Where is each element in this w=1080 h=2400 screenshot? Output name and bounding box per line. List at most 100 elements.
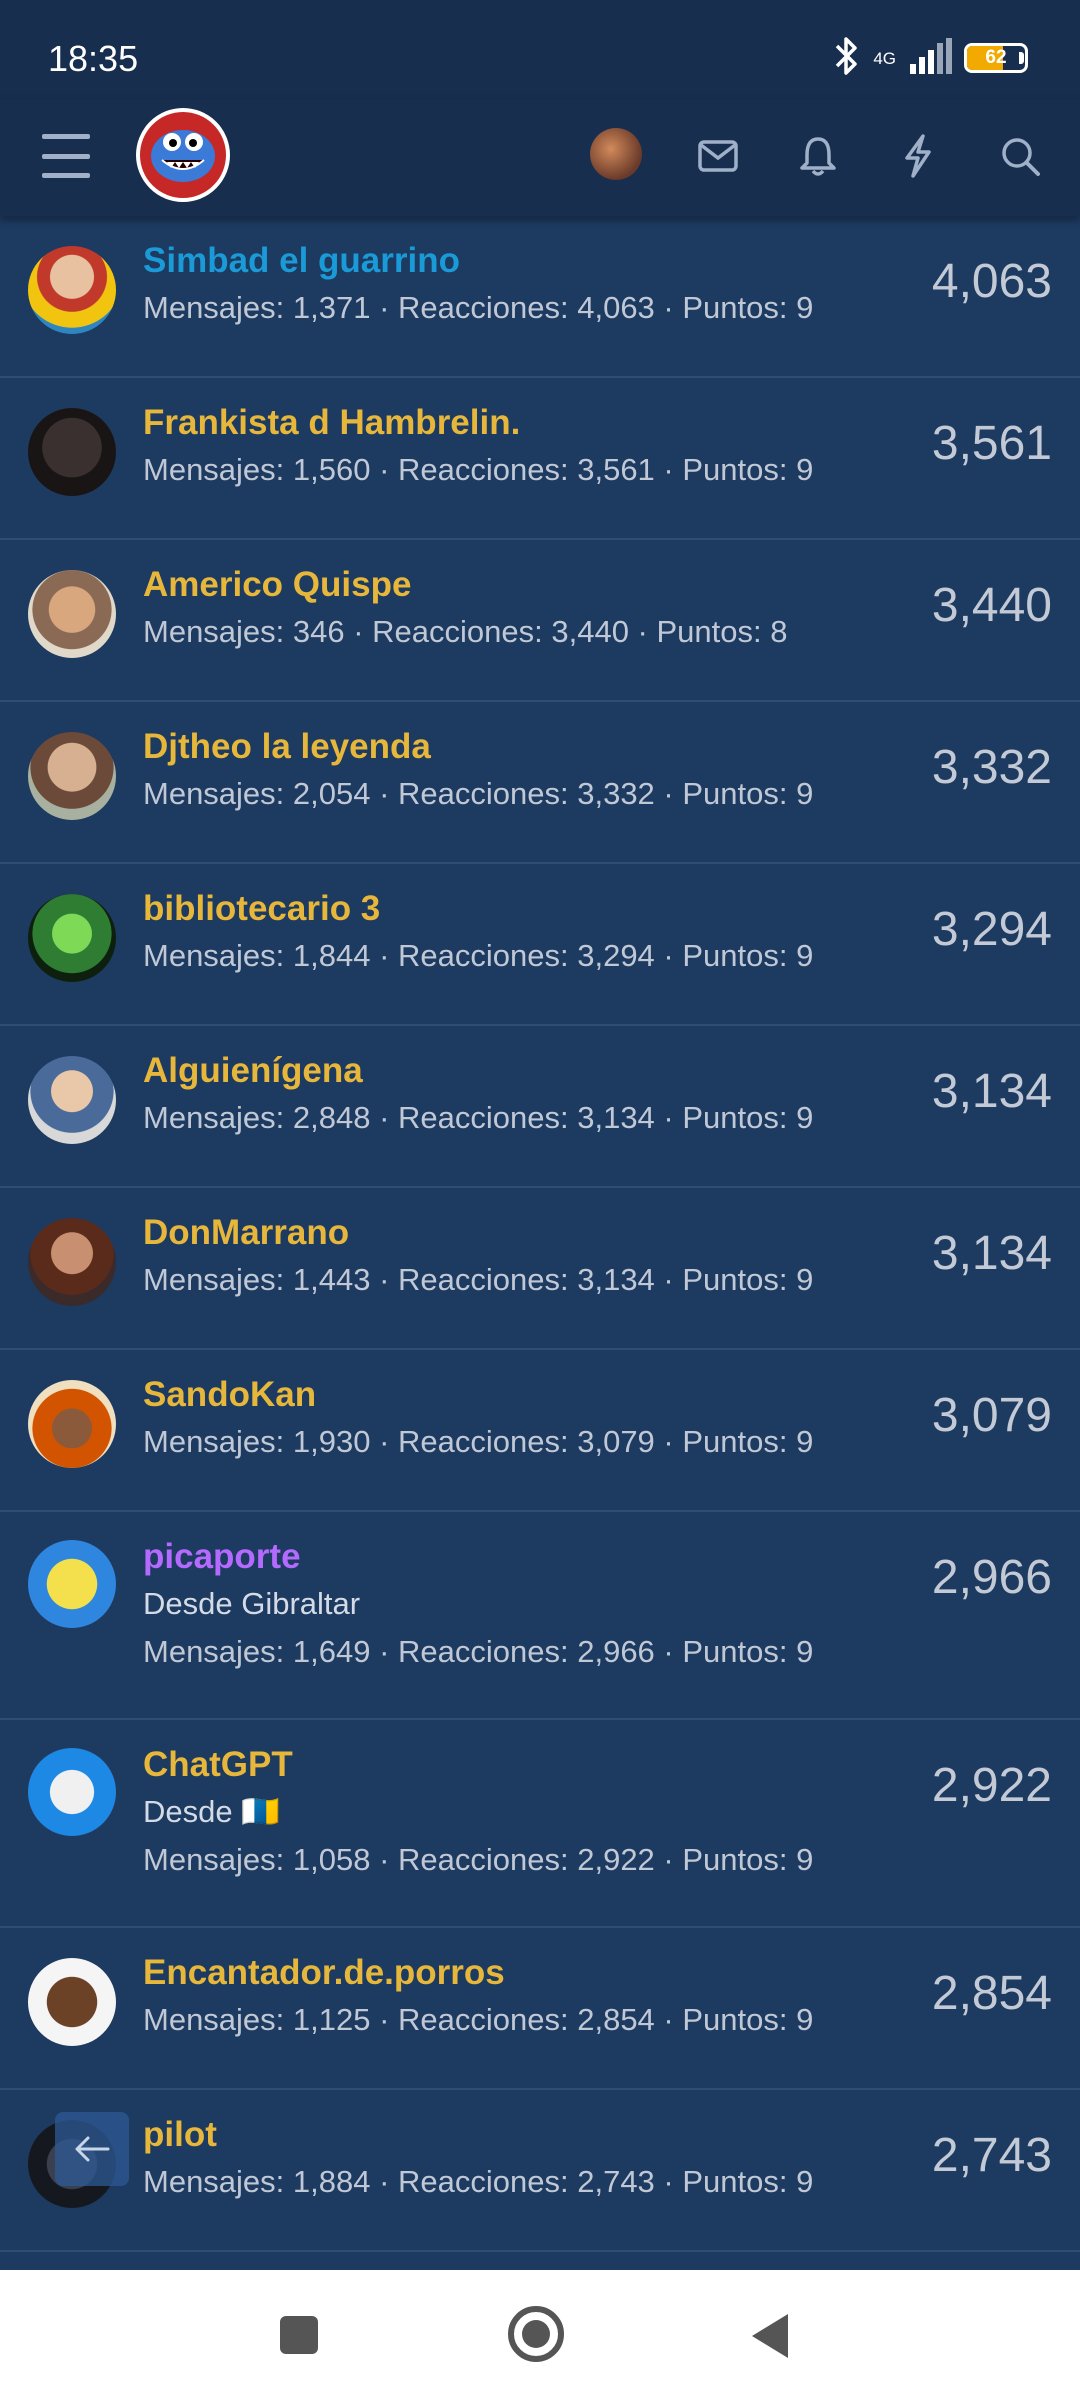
member-row[interactable]: Americo Quispe Mensajes: 346 · Reacciones…: [0, 540, 1080, 702]
recents-icon[interactable]: [280, 2316, 318, 2354]
logo-icon: [151, 130, 215, 182]
bluetooth-icon: [831, 36, 861, 81]
member-name[interactable]: picaporte: [143, 1534, 880, 1580]
member-avatar[interactable]: [28, 570, 116, 658]
member-score: 4,063: [931, 255, 1052, 308]
member-row[interactable]: Djtheo la leyenda Mensajes: 2,054 · Reacc…: [0, 702, 1080, 864]
member-info: Simbad el guarrino Mensajes: 1,371 · Reac…: [143, 238, 880, 332]
member-avatar[interactable]: [28, 408, 116, 496]
site-logo[interactable]: [136, 108, 230, 202]
member-row[interactable]: picaporte Desde Gibraltar Mensajes: 1,649 …: [0, 1512, 1080, 1720]
member-row[interactable]: DonMarrano Mensajes: 1,443 · Reacciones: …: [0, 1188, 1080, 1350]
member-stats: Mensajes: 1,125 · Reacciones: 2,854 · Pu…: [143, 2002, 814, 2037]
menu-icon-bar: [42, 134, 90, 139]
member-name[interactable]: Alguienígena: [143, 1048, 880, 1094]
member-info: Djtheo la leyenda Mensajes: 2,054 · Reacc…: [143, 724, 880, 818]
home-icon[interactable]: [508, 2306, 564, 2362]
member-name[interactable]: Simbad el guarrino: [143, 238, 880, 284]
arrow-left-icon: [75, 2136, 110, 2162]
system-nav-bar: [0, 2270, 1080, 2400]
member-score: 3,440: [931, 579, 1052, 632]
member-row[interactable]: ChatGPT Desde 🇮🇨 Mensajes: 1,058 · Reaccio…: [0, 1720, 1080, 1928]
member-score: 3,332: [931, 741, 1052, 794]
member-score: 2,743: [931, 2129, 1052, 2182]
member-row[interactable]: Frankista d Hambrelin. Mensajes: 1,560 · …: [0, 378, 1080, 540]
app-header: [0, 100, 1080, 216]
member-list: Simbad el guarrino Mensajes: 1,371 · Reac…: [0, 216, 1080, 2252]
member-row[interactable]: Alguienígena Mensajes: 2,848 · Reacciones…: [0, 1026, 1080, 1188]
menu-icon-bar: [42, 173, 90, 178]
member-name[interactable]: ChatGPT: [143, 1742, 880, 1788]
member-score: 3,294: [931, 903, 1052, 956]
member-stats: Mensajes: 346 · Reacciones: 3,440 · Punt…: [143, 614, 788, 649]
member-info: bibliotecario 3 Mensajes: 1,844 · Reaccio…: [143, 886, 880, 980]
status-time: 18:35: [48, 38, 139, 79]
user-avatar[interactable]: [590, 128, 642, 180]
member-info: SandoKan Mensajes: 1,930 · Reacciones: 3,…: [143, 1372, 880, 1466]
member-stats: Mensajes: 1,560 · Reacciones: 3,561 · Pu…: [143, 452, 814, 487]
member-name[interactable]: Djtheo la leyenda: [143, 724, 880, 770]
member-avatar[interactable]: [28, 1958, 116, 2046]
member-avatar[interactable]: [28, 1380, 116, 1468]
member-row[interactable]: pilot Mensajes: 1,884 · Reacciones: 2,743…: [0, 2090, 1080, 2252]
member-stats: Mensajes: 2,848 · Reacciones: 3,134 · Pu…: [143, 1100, 814, 1135]
member-avatar[interactable]: [28, 1748, 116, 1836]
member-score: 3,134: [931, 1065, 1052, 1118]
member-name[interactable]: Frankista d Hambrelin.: [143, 400, 880, 446]
battery-body: 62: [964, 43, 1028, 73]
member-location: Desde 🇮🇨: [143, 1794, 280, 1829]
member-score: 3,134: [931, 1227, 1052, 1280]
member-avatar[interactable]: [28, 246, 116, 334]
member-info: DonMarrano Mensajes: 1,443 · Reacciones: …: [143, 1210, 880, 1304]
member-row[interactable]: bibliotecario 3 Mensajes: 1,844 · Reaccio…: [0, 864, 1080, 1026]
mail-icon[interactable]: [692, 130, 744, 182]
member-score: 3,079: [931, 1389, 1052, 1442]
member-location: Desde Gibraltar: [143, 1586, 361, 1621]
member-name[interactable]: bibliotecario 3: [143, 886, 880, 932]
member-row[interactable]: Encantador.de.porros Mensajes: 1,125 · Re…: [0, 1928, 1080, 2090]
signal-icon: [908, 37, 952, 79]
member-name[interactable]: DonMarrano: [143, 1210, 880, 1256]
member-stats: Mensajes: 1,930 · Reacciones: 3,079 · Pu…: [143, 1424, 814, 1459]
network-type: 4G: [873, 48, 896, 68]
back-icon[interactable]: [752, 2314, 788, 2358]
member-name[interactable]: pilot: [143, 2112, 880, 2158]
member-info: Frankista d Hambrelin. Mensajes: 1,560 · …: [143, 400, 880, 494]
bolt-icon[interactable]: [892, 130, 944, 182]
member-score: 2,966: [931, 1551, 1052, 1604]
member-stats: Mensajes: 1,371 · Reacciones: 4,063 · Pu…: [143, 290, 814, 325]
member-info: picaporte Desde Gibraltar Mensajes: 1,649 …: [143, 1534, 880, 1676]
search-icon[interactable]: [994, 130, 1046, 182]
member-info: ChatGPT Desde 🇮🇨 Mensajes: 1,058 · Reaccio…: [143, 1742, 880, 1884]
member-info: Alguienígena Mensajes: 2,848 · Reacciones…: [143, 1048, 880, 1142]
member-avatar[interactable]: [28, 1218, 116, 1306]
member-avatar[interactable]: [28, 894, 116, 982]
member-row[interactable]: Simbad el guarrino Mensajes: 1,371 · Reac…: [0, 216, 1080, 378]
scroll-back-button[interactable]: [55, 2112, 129, 2186]
member-row[interactable]: SandoKan Mensajes: 1,930 · Reacciones: 3,…: [0, 1350, 1080, 1512]
member-avatar[interactable]: [28, 732, 116, 820]
member-score: 2,854: [931, 1967, 1052, 2020]
battery-icon: 62: [964, 43, 1028, 73]
member-info: pilot Mensajes: 1,884 · Reacciones: 2,743…: [143, 2112, 880, 2206]
menu-icon-bar: [42, 153, 90, 159]
home-icon-dot: [522, 2320, 550, 2348]
menu-button[interactable]: [42, 134, 90, 178]
member-avatar[interactable]: [28, 1540, 116, 1628]
member-stats: Mensajes: 1,443 · Reacciones: 3,134 · Pu…: [143, 1262, 814, 1297]
member-info: Encantador.de.porros Mensajes: 1,125 · Re…: [143, 1950, 880, 2044]
member-info: Americo Quispe Mensajes: 346 · Reacciones…: [143, 562, 880, 656]
member-stats: Mensajes: 1,884 · Reacciones: 2,743 · Pu…: [143, 2164, 814, 2199]
battery-percent: 62: [985, 47, 1007, 68]
member-stats: Mensajes: 1,649 · Reacciones: 2,966 · Pu…: [143, 1634, 814, 1669]
status-icons: 4G 62: [831, 36, 1028, 81]
member-name[interactable]: Encantador.de.porros: [143, 1950, 880, 1996]
bell-icon[interactable]: [792, 130, 844, 182]
status-bar: 18:35 4G 62: [0, 0, 1080, 100]
member-stats: Mensajes: 2,054 · Reacciones: 3,332 · Pu…: [143, 776, 814, 811]
member-stats: Mensajes: 1,844 · Reacciones: 3,294 · Pu…: [143, 938, 814, 973]
member-name[interactable]: SandoKan: [143, 1372, 880, 1418]
member-avatar[interactable]: [28, 1056, 116, 1144]
member-stats: Mensajes: 1,058 · Reacciones: 2,922 · Pu…: [143, 1842, 814, 1877]
member-name[interactable]: Americo Quispe: [143, 562, 880, 608]
